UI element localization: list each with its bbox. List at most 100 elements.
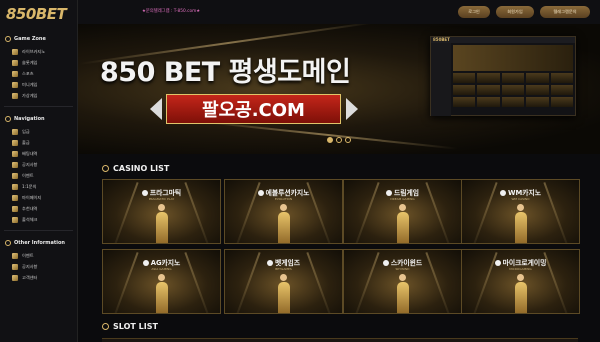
casino-card[interactable]: 벳게임즈 BETGAMES: [224, 249, 343, 314]
sidebar-item-deposit[interactable]: 입금: [0, 126, 77, 137]
pagination-dot[interactable]: [336, 137, 342, 143]
telegram-inquiry-button[interactable]: 텔레그램문의: [540, 6, 590, 18]
share-icon: [12, 205, 18, 212]
casino-card-subtitle: SKYWIND: [395, 267, 410, 271]
dealer-figure: [513, 204, 529, 243]
user-icon: [12, 194, 18, 201]
casino-card-title: 프라그마틱: [103, 187, 220, 197]
sidebar-item-support[interactable]: 고객센터: [0, 272, 77, 283]
dice-icon: [12, 81, 18, 88]
casino-card-title: 벳게임즈: [225, 257, 342, 267]
provider-logo-icon: [382, 260, 389, 266]
sidebar-section-title: Game Zone: [14, 36, 46, 42]
pagination-dot-active[interactable]: [327, 137, 333, 143]
gift-icon: [12, 172, 18, 179]
casino-card[interactable]: WM카지노 WM CASINO: [461, 179, 580, 244]
casino-card[interactable]: 프라그마틱 PRAGMATIC PLAY: [102, 179, 221, 244]
banner-next-arrow-icon[interactable]: [346, 98, 358, 120]
spade-icon: [102, 323, 109, 330]
casino-card-title: 드림게임: [344, 187, 461, 197]
mockup-body: [453, 45, 573, 113]
sidebar-item-live-casino[interactable]: 라이브카지노: [0, 46, 77, 57]
casino-card-title: 마이크로게이밍: [462, 257, 579, 267]
headset-icon: [12, 274, 18, 281]
casino-card-subtitle: EVOLUTION: [274, 197, 293, 201]
hero-banner[interactable]: 850 BET 평생도메인 팔오공.COM 850BET: [78, 24, 600, 154]
site-preview-mockup: 850BET: [430, 36, 576, 116]
signup-button[interactable]: 회원가입: [496, 6, 534, 18]
info-icon: [5, 240, 11, 246]
sidebar-section-navigation: Navigation 입금 출금 배팅내역 공지사항 이벤트 1:1문의 마이페…: [0, 112, 77, 225]
sidebar-item-sports[interactable]: 스포츠: [0, 68, 77, 79]
ball-icon: [12, 70, 18, 77]
mockup-logo: 850BET: [431, 37, 575, 43]
casino-list-heading: CASINO LIST: [102, 164, 169, 173]
casino-card-subtitle: PRAGMATIC PLAY: [148, 197, 175, 201]
sidebar-item-notice[interactable]: 공지사항: [0, 159, 77, 170]
gift-icon: [12, 252, 18, 259]
casino-card[interactable]: 스카이윈드 SKYWIND: [343, 249, 462, 314]
light-streak: [198, 120, 458, 150]
sidebar-item-notice-2[interactable]: 공지사항: [0, 261, 77, 272]
slot-list-heading: SLOT LIST: [102, 322, 158, 331]
main-content: CASINO LIST 프라그마틱 PRAGMATIC PLAY 에볼루션카지노 EV…: [78, 154, 600, 342]
dealer-figure: [276, 204, 292, 243]
casino-chip-icon: [12, 48, 18, 55]
pagination-dot[interactable]: [345, 137, 351, 143]
dealer-figure: [154, 204, 170, 243]
sidebar-section-title: Navigation: [14, 116, 45, 122]
casino-card[interactable]: AG카지노 ASIA GAMING: [102, 249, 221, 314]
sidebar-section-title: Other Information: [14, 240, 65, 246]
sidebar-item-slot[interactable]: 슬롯게임: [0, 57, 77, 68]
site-logo[interactable]: 850BET: [0, 0, 77, 28]
sidebar-divider: [4, 106, 73, 107]
dealer-figure: [513, 274, 529, 313]
withdraw-icon: [12, 139, 18, 146]
provider-logo-icon: [257, 190, 264, 196]
provider-logo-icon: [494, 260, 501, 266]
casino-card-title: WM카지노: [462, 187, 579, 197]
sidebar-item-event-2[interactable]: 이벤트: [0, 250, 77, 261]
provider-logo-icon: [499, 190, 506, 196]
dealer-figure: [154, 274, 170, 313]
sidebar-item-attendance[interactable]: 출석체크: [0, 214, 77, 225]
casino-card-title: AG카지노: [103, 257, 220, 267]
sidebar-item-minigame[interactable]: 미니게임: [0, 79, 77, 90]
banner-prev-arrow-icon[interactable]: [150, 98, 162, 120]
history-icon: [12, 150, 18, 157]
provider-logo-icon: [141, 190, 148, 196]
chat-icon: [12, 183, 18, 190]
notice-text: ★문의텔레그램 : T-850.com★: [142, 9, 201, 14]
gamepad-icon: [12, 92, 18, 99]
calendar-icon: [12, 216, 18, 223]
navigation-icon: [5, 116, 11, 122]
sidebar-item-inquiry[interactable]: 1:1문의: [0, 181, 77, 192]
login-button[interactable]: 로그인: [458, 6, 490, 18]
casino-card-subtitle: BETGAMES: [275, 267, 292, 271]
casino-card[interactable]: 마이크로게이밍 MICROGAMING: [461, 249, 580, 314]
banner-title: 850 BET 평생도메인: [100, 57, 351, 88]
sidebar-item-event[interactable]: 이벤트: [0, 170, 77, 181]
casino-card-subtitle: DREAM GAMING: [390, 197, 415, 201]
sidebar-section-other: Other Information 이벤트 공지사항 고객센터: [0, 236, 77, 283]
sidebar-item-mypage[interactable]: 마이페이지: [0, 192, 77, 203]
casino-card[interactable]: 드림게임 DREAM GAMING: [343, 179, 462, 244]
megaphone-icon: [12, 263, 18, 270]
game-zone-icon: [5, 36, 11, 42]
slot-icon: [12, 59, 18, 66]
casino-card-subtitle: ASIA GAMING: [151, 267, 172, 271]
casino-card-subtitle: WM CASINO: [511, 197, 530, 201]
sidebar-item-bet-history[interactable]: 배팅내역: [0, 148, 77, 159]
dealer-figure: [276, 274, 292, 313]
dealer-figure: [395, 204, 411, 243]
dealer-figure: [395, 274, 411, 313]
sidebar-item-withdraw[interactable]: 출금: [0, 137, 77, 148]
sidebar-item-referral[interactable]: 추천내역: [0, 203, 77, 214]
sidebar-divider: [4, 230, 73, 231]
casino-card[interactable]: 에볼루션카지노 EVOLUTION: [224, 179, 343, 244]
sidebar: 850BET Game Zone 라이브카지노 슬롯게임 스포츠 미니게임 가상…: [0, 0, 78, 342]
sidebar-item-virtual[interactable]: 가상게임: [0, 90, 77, 101]
casino-card-title: 에볼루션카지노: [225, 187, 342, 197]
casino-card-title: 스카이윈드: [344, 257, 461, 267]
banner-domain: 팔오공.COM: [166, 94, 341, 124]
